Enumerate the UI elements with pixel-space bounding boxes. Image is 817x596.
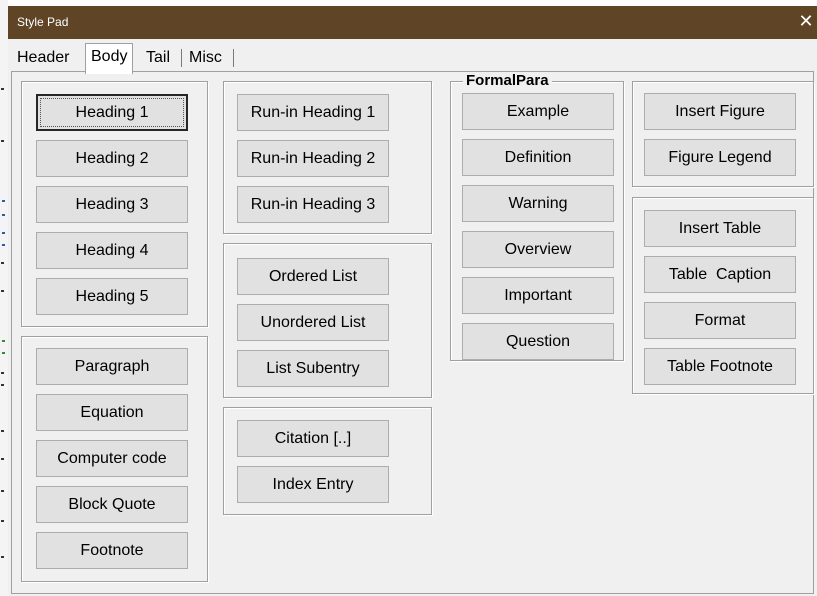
heading-5-button[interactable]: Heading 5 — [36, 278, 188, 315]
ordered-list-button[interactable]: Ordered List — [237, 258, 389, 295]
client-area: Header Body Tail Misc Heading 1 Heading … — [8, 39, 817, 596]
citation-button[interactable]: Citation [..] — [237, 420, 389, 457]
body-tab-panel: Heading 1 Heading 2 Heading 3 Heading 4 … — [11, 71, 814, 594]
example-button[interactable]: Example — [462, 93, 614, 130]
background-window-edge — [0, 0, 8, 596]
group-figures: Insert Figure Figure Legend — [632, 81, 814, 187]
tab-body[interactable]: Body — [85, 43, 134, 74]
figure-legend-button[interactable]: Figure Legend — [644, 139, 796, 176]
insert-figure-button[interactable]: Insert Figure — [644, 93, 796, 130]
index-entry-button[interactable]: Index Entry — [237, 466, 389, 503]
formalpara-group-label: FormalPara — [463, 73, 552, 89]
format-button[interactable]: Format — [644, 302, 796, 339]
tab-tail[interactable]: Tail — [141, 45, 175, 71]
tab-header[interactable]: Header — [12, 45, 74, 71]
group-formalpara: FormalPara Example Definition Warning Ov… — [450, 73, 624, 361]
close-icon[interactable]: ✕ — [796, 10, 816, 34]
runin-heading-2-button[interactable]: Run-in Heading 2 — [237, 140, 389, 177]
heading-3-button[interactable]: Heading 3 — [36, 186, 188, 223]
computer-code-button[interactable]: Computer code — [36, 440, 188, 477]
important-button[interactable]: Important — [462, 277, 614, 314]
block-quote-button[interactable]: Block Quote — [36, 486, 188, 523]
unordered-list-button[interactable]: Unordered List — [237, 304, 389, 341]
group-paragraph-styles: Paragraph Equation Computer code Block Q… — [21, 336, 208, 582]
question-button[interactable]: Question — [462, 323, 614, 360]
group-lists: Ordered List Unordered List List Subentr… — [223, 243, 432, 398]
list-subentry-button[interactable]: List Subentry — [237, 350, 389, 387]
runin-heading-1-button[interactable]: Run-in Heading 1 — [237, 94, 389, 131]
group-tables: Insert Table Table Caption Format Table … — [632, 197, 814, 394]
footnote-button[interactable]: Footnote — [36, 532, 188, 569]
window-title: Style Pad — [17, 15, 69, 29]
heading-2-button[interactable]: Heading 2 — [36, 140, 188, 177]
tab-misc[interactable]: Misc — [184, 45, 227, 71]
heading-1-button[interactable]: Heading 1 — [36, 94, 188, 131]
style-pad-window: Style Pad ✕ Header Body Tail Misc Headin… — [8, 6, 817, 596]
group-references: Citation [..] Index Entry — [223, 407, 432, 515]
group-runin-headings: Run-in Heading 1 Run-in Heading 2 Run-in… — [223, 81, 432, 234]
title-bar: Style Pad ✕ — [8, 6, 817, 39]
paragraph-button[interactable]: Paragraph — [36, 348, 188, 385]
warning-button[interactable]: Warning — [462, 185, 614, 222]
group-headings: Heading 1 Heading 2 Heading 3 Heading 4 … — [21, 81, 208, 327]
heading-4-button[interactable]: Heading 4 — [36, 232, 188, 269]
overview-button[interactable]: Overview — [462, 231, 614, 268]
runin-heading-3-button[interactable]: Run-in Heading 3 — [237, 186, 389, 223]
tab-separator — [233, 49, 234, 67]
tab-separator — [181, 49, 182, 67]
table-footnote-button[interactable]: Table Footnote — [644, 348, 796, 385]
equation-button[interactable]: Equation — [36, 394, 188, 431]
table-caption-button[interactable]: Table Caption — [644, 256, 796, 293]
definition-button[interactable]: Definition — [462, 139, 614, 176]
insert-table-button[interactable]: Insert Table — [644, 210, 796, 247]
